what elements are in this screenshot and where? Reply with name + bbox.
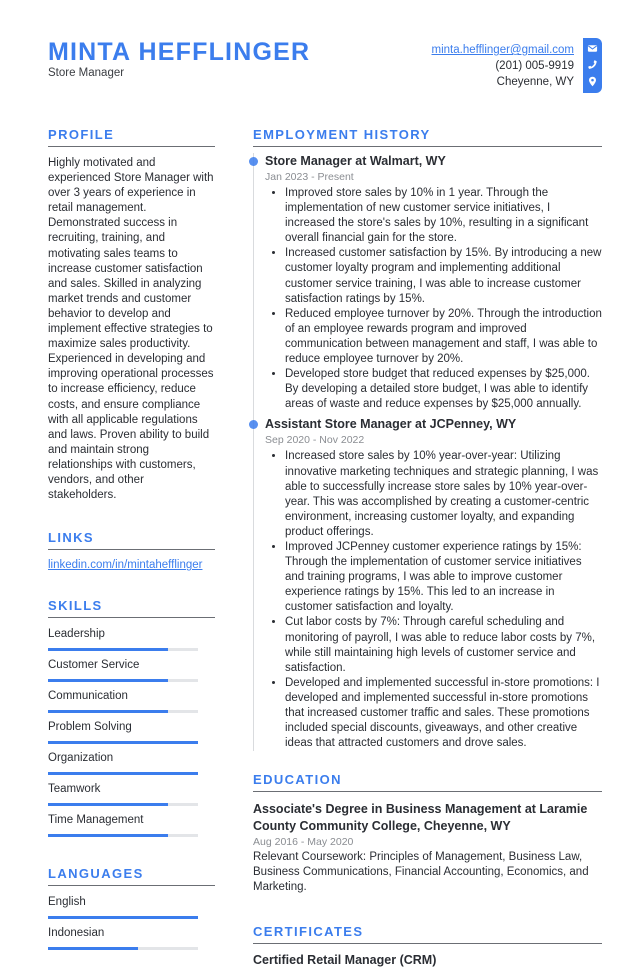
- item-label: Indonesian: [48, 927, 105, 940]
- phone-icon: [588, 60, 597, 69]
- certificates-section: CERTIFICATES Certified Retail Manager (C…: [253, 924, 602, 967]
- profile-heading: PROFILE: [48, 127, 215, 147]
- links-section: LINKS linkedin.com/in/mintahefflinger: [48, 530, 215, 571]
- location-pin-icon: [589, 76, 596, 87]
- education-description: Relevant Coursework: Principles of Manag…: [253, 851, 589, 894]
- job-bullet: Developed store budget that reduced expe…: [285, 367, 602, 412]
- language-item: Indonesian: [48, 926, 215, 951]
- skill-item: Time Management: [48, 813, 215, 838]
- level-bar: [48, 648, 198, 652]
- level-bar: [48, 947, 198, 951]
- skills-section: SKILLS Leadership Customer Service Communi…: [48, 598, 215, 838]
- job-bullets: Improved store sales by 10% in 1 year. T…: [265, 186, 602, 412]
- level-bar-fill: [48, 741, 198, 745]
- languages-heading: LANGUAGES: [48, 866, 215, 887]
- level-bar: [48, 834, 198, 838]
- phone-number: (201) 005-9919: [495, 60, 574, 72]
- level-bar: [48, 803, 198, 807]
- level-bar: [48, 916, 198, 920]
- job-title: Store Manager at Walmart, WY: [265, 154, 446, 168]
- job-title: Assistant Store Manager at JCPenney, WY: [265, 417, 517, 432]
- skill-item: Problem Solving: [48, 720, 215, 745]
- level-bar-fill: [48, 710, 168, 714]
- level-bar-fill: [48, 834, 168, 838]
- education-heading: EDUCATION: [253, 772, 602, 793]
- timeline-dot-icon: [249, 420, 258, 430]
- job-bullet: Improved JCPenney customer experience ra…: [285, 540, 602, 615]
- item-label: Teamwork: [48, 783, 101, 796]
- item-label: English: [48, 896, 86, 909]
- left-column: PROFILE Highly motivated and experienced…: [48, 127, 215, 957]
- skill-item: Organization: [48, 751, 215, 776]
- job-bullet: Improved store sales by 10% in 1 year. T…: [285, 186, 602, 246]
- job-entry: Assistant Store Manager at JCPenney, WY S…: [249, 416, 602, 751]
- skills-heading: SKILLS: [48, 598, 215, 619]
- item-label: Time Management: [48, 814, 144, 827]
- job-bullets: Increased store sales by 10% year-over-y…: [265, 449, 602, 751]
- location: Cheyenne, WY: [496, 76, 574, 88]
- job-bullet: Increased customer satisfaction by 15%. …: [285, 246, 602, 306]
- employment-heading: EMPLOYMENT HISTORY: [253, 127, 602, 147]
- skill-item: Communication: [48, 689, 215, 714]
- education-degree: Associate's Degree in Business Managemen…: [253, 802, 588, 834]
- job-date: Jan 2023 - Present: [265, 171, 354, 183]
- contact-icon-bar: [583, 38, 602, 93]
- languages-section: LANGUAGES English Indonesian: [48, 866, 215, 951]
- level-bar-fill: [48, 803, 168, 807]
- level-bar: [48, 741, 198, 745]
- contact-info: minta.hefflinger@gmail.com (201) 005-991…: [432, 42, 575, 90]
- item-label: Communication: [48, 690, 128, 703]
- links-heading: LINKS: [48, 530, 215, 551]
- right-column: EMPLOYMENT HISTORY Store Manager at Walm…: [249, 127, 602, 967]
- level-bar: [48, 679, 198, 683]
- timeline-dot-icon: [249, 157, 258, 166]
- job-bullet: Reduced employee turnover by 20%. Throug…: [285, 307, 602, 367]
- level-bar: [48, 710, 198, 714]
- email-link[interactable]: minta.hefflinger@gmail.com: [432, 44, 575, 56]
- certificates-heading: CERTIFICATES: [253, 924, 602, 944]
- profile-section: PROFILE Highly motivated and experienced…: [48, 127, 215, 503]
- candidate-job-title: Store Manager: [48, 67, 125, 79]
- skill-item: Customer Service: [48, 658, 215, 683]
- item-label: Problem Solving: [48, 721, 132, 734]
- profile-text: Highly motivated and experienced Store M…: [48, 157, 214, 502]
- envelope-icon: [587, 45, 598, 52]
- certificate-item: Certified Retail Manager (CRM): [253, 952, 437, 967]
- candidate-name: MINTA HEFFLINGER: [48, 38, 311, 66]
- job-date: Sep 2020 - Nov 2022: [265, 434, 365, 447]
- level-bar-fill: [48, 772, 198, 776]
- item-label: Leadership: [48, 628, 105, 641]
- level-bar-fill: [48, 947, 138, 951]
- education-section: EDUCATION Associate's Degree in Business…: [253, 772, 602, 895]
- education-date: Aug 2016 - May 2020: [253, 836, 354, 849]
- level-bar-fill: [48, 916, 198, 920]
- item-label: Organization: [48, 752, 114, 765]
- employment-section: EMPLOYMENT HISTORY Store Manager at Walm…: [249, 127, 602, 752]
- skill-item: Teamwork: [48, 782, 215, 807]
- skill-item: Leadership: [48, 627, 215, 652]
- level-bar-fill: [48, 679, 168, 683]
- job-bullet: Increased store sales by 10% year-over-y…: [285, 449, 602, 540]
- employment-timeline: Store Manager at Walmart, WY Jan 2023 - P…: [249, 153, 602, 752]
- level-bar-fill: [48, 648, 168, 652]
- language-item: English: [48, 895, 215, 920]
- linkedin-link[interactable]: linkedin.com/in/mintahefflinger: [48, 559, 215, 571]
- job-entry: Store Manager at Walmart, WY Jan 2023 - P…: [249, 153, 602, 412]
- level-bar: [48, 772, 198, 776]
- item-label: Customer Service: [48, 659, 140, 672]
- job-bullet: Cut labor costs by 7%: Through careful s…: [285, 615, 602, 675]
- job-bullet: Developed and implemented successful in-…: [285, 676, 602, 751]
